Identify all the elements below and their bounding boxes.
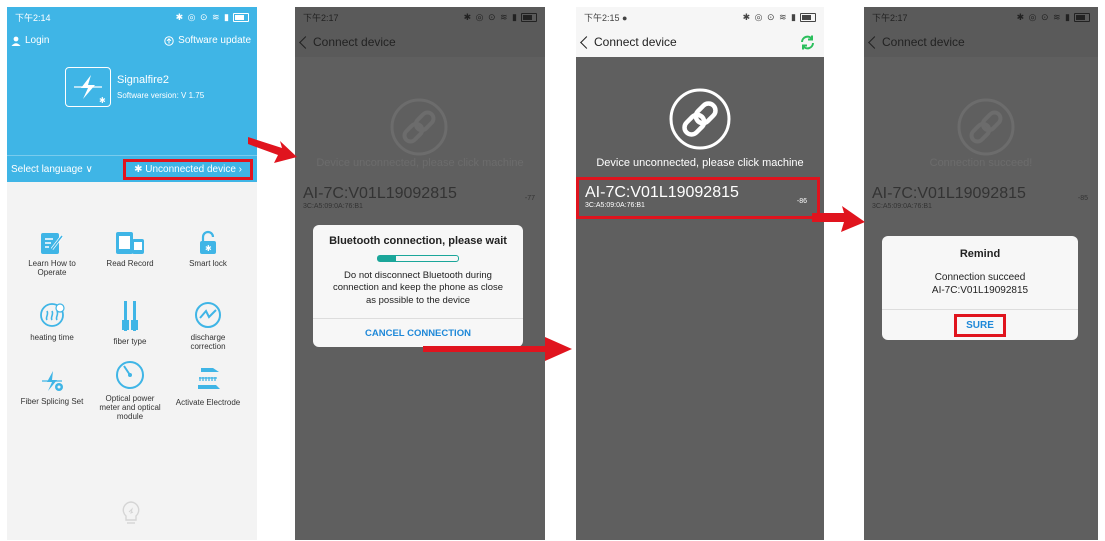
learn-how-to-operate-button[interactable]: Learn How to Operate — [17, 230, 87, 277]
back-chevron-icon[interactable] — [868, 35, 881, 49]
hero-text: Connection succeed! — [929, 157, 1033, 169]
back-chevron-icon[interactable] — [299, 35, 312, 49]
splice-settings-icon — [42, 371, 63, 391]
app-header: Login Software update ✱ Signalfire2 Soft… — [7, 27, 257, 155]
battery-icon — [1074, 12, 1090, 22]
notification-icon: ● — [622, 12, 628, 23]
dialog-line1: Connection succeed — [934, 272, 1026, 283]
nav-header: Connect device — [864, 27, 1098, 57]
device-name: AI-7C:V01L19092815 — [303, 185, 457, 202]
nav-header: Connect device — [295, 27, 545, 57]
login-button[interactable]: Login — [11, 35, 49, 46]
connected-screen: 下午2:17 ✱ ◎ ⊙ ≋ ▮ Connect device Connecti… — [864, 7, 1098, 540]
connection-hero: Connection succeed! — [864, 57, 1098, 177]
sure-button[interactable]: SURE — [954, 313, 1006, 337]
status-icons: ✱ ◎ ⊙ ≋ ▮ — [743, 12, 816, 23]
device-rssi: -77 — [524, 195, 535, 202]
fiber-splicing-set-button[interactable]: Fiber Splicing Set — [17, 368, 87, 406]
lightning-logo-icon: ✱ — [74, 75, 106, 105]
device-list-item[interactable]: AI-7C:V01L19092815 3C:A5:09:0A:76:B1 -86 — [576, 177, 820, 219]
device-mac: 3C:A5:09:0A:76:B1 — [585, 202, 645, 209]
heating-time-button[interactable]: heating time — [17, 300, 87, 342]
hero-text: Device unconnected, please click machine — [316, 157, 524, 169]
battery-icon — [800, 12, 816, 22]
status-icons: ✱ ◎ ⊙ ≋ ▮ — [464, 12, 537, 23]
connection-hero: Device unconnected, please click machine — [295, 57, 545, 177]
status-icons: ✱ ◎ ⊙ ≋ ▮ — [176, 12, 249, 23]
status-time: 下午2:17 — [303, 12, 339, 23]
flow-arrow-3 — [812, 206, 865, 232]
page-title: Connect device — [594, 35, 677, 49]
progress-fill — [378, 256, 396, 261]
dialog-body: Do not disconnect Bluetooth during conne… — [332, 270, 504, 306]
connecting-screen: 下午2:17 ✱ ◎ ⊙ ≋ ▮ Connect device Device u… — [295, 7, 545, 540]
nav-header: Connect device — [576, 27, 824, 57]
svg-text:✱: ✱ — [205, 244, 212, 253]
device-name: AI-7C:V01L19092815 — [872, 185, 1026, 202]
dialog-line2: AI-7C:V01L19092815 — [931, 285, 1029, 296]
devices-icon — [116, 232, 144, 254]
device-mac: 3C:A5:09:0A:76:B1 — [303, 203, 363, 210]
battery-icon — [233, 12, 249, 22]
device-rssi: -85 — [1077, 195, 1088, 202]
dialog-footer: SURE — [882, 309, 1078, 340]
device-name: AI-7C:V01L19092815 — [585, 184, 739, 201]
link-icon — [390, 98, 448, 156]
status-time: 下午2:15 ● — [584, 12, 628, 23]
dialog-title: Remind — [959, 248, 1001, 260]
brand-name: Signalfire2 — [117, 74, 169, 86]
lightbulb-icon — [122, 501, 140, 524]
flow-arrow-1 — [248, 137, 297, 163]
discharge-correction-button[interactable]: discharge correction — [173, 300, 243, 351]
home-screen: 下午2:14 ✱ ◎ ⊙ ≋ ▮ Login Software update ✱… — [7, 7, 257, 540]
status-bar: 下午2:15 ● ✱ ◎ ⊙ ≋ ▮ — [576, 7, 824, 27]
device-mac: 3C:A5:09:0A:76:B1 — [872, 203, 932, 210]
fiber-type-button[interactable]: fiber type — [95, 300, 165, 346]
hero-text: Device unconnected, please click machine — [596, 157, 804, 169]
page-title: Connect device — [882, 35, 965, 49]
smart-lock-button[interactable]: ✱ Smart lock — [173, 230, 243, 268]
back-chevron-icon[interactable] — [580, 35, 593, 49]
battery-icon — [521, 12, 537, 22]
status-bar: 下午2:14 ✱ ◎ ⊙ ≋ ▮ — [7, 7, 257, 27]
connection-progress-bar — [377, 255, 459, 262]
lock-icon: ✱ — [200, 230, 216, 254]
bluetooth-wait-dialog: Bluetooth connection, please wait Do not… — [313, 225, 523, 347]
read-record-button[interactable]: Read Record — [95, 230, 165, 268]
fiber-icon — [122, 301, 138, 331]
dialog-title: Bluetooth connection, please wait — [329, 235, 507, 247]
connection-hero: Device unconnected, please click machine — [576, 57, 824, 177]
software-version: Software version: V 1.75 — [117, 91, 205, 100]
remind-dialog: Remind Connection succeed AI-7C:V01L1909… — [882, 236, 1078, 340]
status-bar: 下午2:17 ✱ ◎ ⊙ ≋ ▮ — [864, 7, 1098, 27]
electrode-icon — [198, 368, 220, 389]
device-list-item[interactable]: AI-7C:V01L19092815 3C:A5:09:0A:76:B1 -77 — [295, 177, 545, 223]
gauge-icon — [116, 361, 144, 389]
unconnected-device-button[interactable]: ✱ Unconnected device › — [123, 158, 253, 180]
flow-arrow-2 — [423, 337, 572, 361]
app-logo: ✱ — [65, 67, 111, 107]
status-time: 下午2:14 — [15, 12, 51, 23]
optical-power-meter-button[interactable]: Optical power meter and optical module — [95, 359, 165, 421]
activate-electrode-button[interactable]: Activate Electrode — [173, 365, 243, 407]
status-bar: 下午2:17 ✱ ◎ ⊙ ≋ ▮ — [295, 7, 545, 27]
page-title: Connect device — [313, 35, 396, 49]
discharge-icon — [195, 302, 221, 328]
scan-screen: 下午2:15 ● ✱ ◎ ⊙ ≋ ▮ Connect device Device… — [576, 7, 824, 540]
user-icon — [11, 36, 21, 46]
select-language-button[interactable]: Select language ∨ — [11, 164, 93, 175]
upload-circle-icon — [164, 35, 174, 46]
pencil-note-icon — [41, 233, 64, 254]
device-rssi: -86 — [796, 198, 807, 205]
link-icon — [669, 88, 731, 150]
svg-text:✱: ✱ — [99, 96, 106, 105]
device-list-item[interactable]: AI-7C:V01L19092815 3C:A5:09:0A:76:B1 -85 — [864, 177, 1098, 223]
link-icon — [957, 98, 1015, 156]
status-icons: ✱ ◎ ⊙ ≋ ▮ — [1017, 12, 1090, 23]
refresh-icon[interactable] — [799, 34, 816, 51]
software-update-button[interactable]: Software update — [164, 35, 251, 46]
heating-icon — [40, 303, 65, 327]
status-time: 下午2:17 — [872, 12, 908, 23]
connection-bar: Select language ∨ ✱ Unconnected device › — [7, 155, 257, 182]
